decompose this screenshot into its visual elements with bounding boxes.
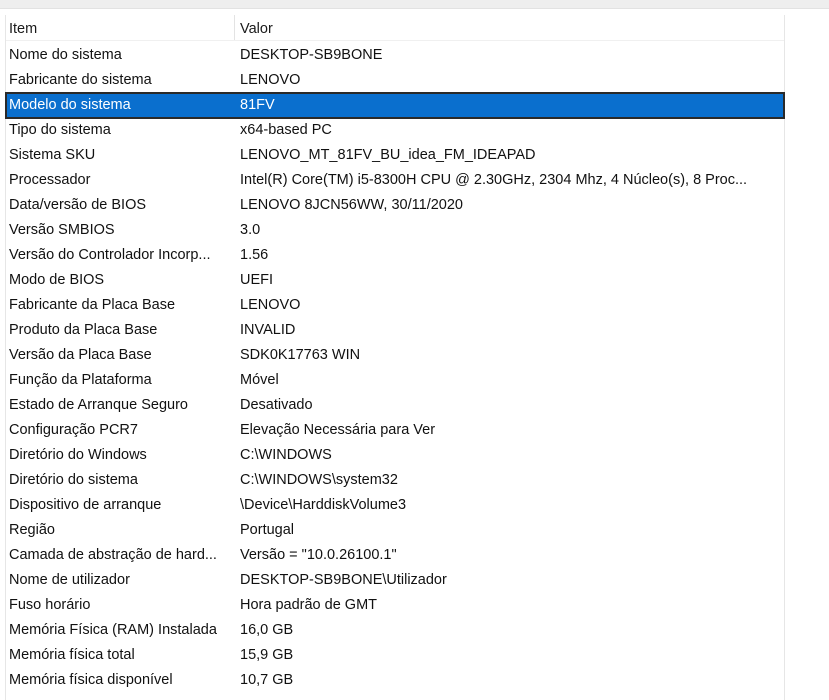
table-row[interactable]: Sistema SKU LENOVO_MT_81FV_BU_idea_FM_IDE… xyxy=(6,143,784,168)
table-row[interactable]: Memória física total 15,9 GB xyxy=(6,643,784,668)
row-item-value: 16,0 GB xyxy=(240,622,294,638)
row-item-name: Configuração PCR7 xyxy=(9,422,138,438)
system-summary-list[interactable]: Item Valor Nome do sistema DESKTOP-SB9BON… xyxy=(5,15,785,700)
table-row[interactable]: Diretório do sistema C:\WINDOWS\system32 xyxy=(6,468,784,493)
table-row[interactable]: Tipo do sistema x64-based PC xyxy=(6,118,784,143)
table-row[interactable]: Função da Plataforma Móvel xyxy=(6,368,784,393)
table-row[interactable]: Nome do sistema DESKTOP-SB9BONE xyxy=(6,43,784,68)
row-item-name: Fuso horário xyxy=(9,597,91,613)
row-item-value: C:\WINDOWS xyxy=(240,447,332,463)
table-row[interactable]: Memória Física (RAM) Instalada 16,0 GB xyxy=(6,618,784,643)
row-item-value: 81FV xyxy=(240,97,275,113)
row-item-name: Região xyxy=(9,522,55,538)
row-item-name: Tipo do sistema xyxy=(9,122,111,138)
system-information-window: Item Valor Nome do sistema DESKTOP-SB9BON… xyxy=(0,0,829,700)
table-row[interactable]: Estado de Arranque Seguro Desativado xyxy=(6,393,784,418)
table-row[interactable]: Diretório do Windows C:\WINDOWS xyxy=(6,443,784,468)
table-row[interactable]: Modelo do sistema 81FV xyxy=(5,92,785,119)
column-header-value[interactable]: Valor xyxy=(240,15,780,40)
row-item-value: DESKTOP-SB9BONE\Utilizador xyxy=(240,572,447,588)
row-item-value: LENOVO_MT_81FV_BU_idea_FM_IDEAPAD xyxy=(240,147,536,163)
table-row[interactable]: Versão do Controlador Incorp... 1.56 xyxy=(6,243,784,268)
row-item-name: Diretório do Windows xyxy=(9,447,147,463)
row-item-value: 10,7 GB xyxy=(240,672,294,688)
table-row[interactable]: Data/versão de BIOS LENOVO 8JCN56WW, 30/1… xyxy=(6,193,784,218)
row-item-value: \Device\HarddiskVolume3 xyxy=(240,497,407,513)
row-item-value: 3.0 xyxy=(240,222,261,238)
row-item-value: Elevação Necessária para Ver xyxy=(240,422,436,438)
table-row[interactable]: Produto da Placa Base INVALID xyxy=(6,318,784,343)
row-item-value: SDK0K17763 WIN xyxy=(240,347,361,363)
row-item-name: Memória Física (RAM) Instalada xyxy=(9,622,217,638)
row-item-name: Diretório do sistema xyxy=(9,472,138,488)
row-item-name: Modo de BIOS xyxy=(9,272,105,288)
row-item-name: Sistema SKU xyxy=(9,147,96,163)
column-divider[interactable] xyxy=(234,15,235,40)
list-rows: Nome do sistema DESKTOP-SB9BONE Fabricante… xyxy=(5,43,785,693)
row-item-name: Estado de Arranque Seguro xyxy=(9,397,188,413)
row-item-name: Produto da Placa Base xyxy=(9,322,158,338)
row-item-name: Dispositivo de arranque xyxy=(9,497,162,513)
table-row[interactable]: Dispositivo de arranque \Device\HarddiskV… xyxy=(6,493,784,518)
row-item-name: Fabricante do sistema xyxy=(9,72,152,88)
row-item-value: Hora padrão de GMT xyxy=(240,597,378,613)
row-item-value: UEFI xyxy=(240,272,274,288)
row-item-value: LENOVO 8JCN56WW, 30/11/2020 xyxy=(240,197,463,213)
row-item-name: Data/versão de BIOS xyxy=(9,197,147,213)
row-item-name: Camada de abstração de hard... xyxy=(9,547,217,563)
table-row[interactable]: Versão SMBIOS 3.0 xyxy=(6,218,784,243)
list-header: Item Valor xyxy=(6,15,784,41)
table-row[interactable]: Nome de utilizador DESKTOP-SB9BONE\Utiliz… xyxy=(6,568,784,593)
row-item-value: Portugal xyxy=(240,522,295,538)
row-item-value: 1.56 xyxy=(240,247,269,263)
row-item-name: Nome de utilizador xyxy=(9,572,130,588)
row-item-value: LENOVO xyxy=(240,297,301,313)
table-row[interactable]: Modo de BIOS UEFI xyxy=(6,268,784,293)
row-item-name: Função da Plataforma xyxy=(9,372,152,388)
row-item-name: Memória física total xyxy=(9,647,135,663)
row-item-name: Memória física disponível xyxy=(9,672,173,688)
table-row[interactable]: Fabricante do sistema LENOVO xyxy=(6,68,784,93)
row-item-name: Processador xyxy=(9,172,91,188)
table-row[interactable]: Configuração PCR7 Elevação Necessária par… xyxy=(6,418,784,443)
column-header-item[interactable]: Item xyxy=(9,15,234,40)
row-item-value: 15,9 GB xyxy=(240,647,294,663)
row-item-value: Móvel xyxy=(240,372,279,388)
row-item-name: Versão do Controlador Incorp... xyxy=(9,247,211,263)
table-row[interactable]: Memória física disponível 10,7 GB xyxy=(6,668,784,693)
row-item-name: Versão SMBIOS xyxy=(9,222,115,238)
table-row[interactable]: Versão da Placa Base SDK0K17763 WIN xyxy=(6,343,784,368)
row-item-value: INVALID xyxy=(240,322,296,338)
row-item-value: C:\WINDOWS\system32 xyxy=(240,472,398,488)
row-item-value: Intel(R) Core(TM) i5-8300H CPU @ 2.30GHz… xyxy=(240,172,748,188)
row-item-value: DESKTOP-SB9BONE xyxy=(240,47,383,63)
table-row[interactable]: Fuso horário Hora padrão de GMT xyxy=(6,593,784,618)
table-row[interactable]: Região Portugal xyxy=(6,518,784,543)
row-item-name: Modelo do sistema xyxy=(9,97,131,113)
toolbar-strip xyxy=(0,0,829,9)
table-row[interactable]: Camada de abstração de hard... Versão = "… xyxy=(6,543,784,568)
row-item-name: Fabricante da Placa Base xyxy=(9,297,176,313)
table-row[interactable]: Processador Intel(R) Core(TM) i5-8300H CP… xyxy=(6,168,784,193)
row-item-value: Versão = "10.0.26100.1" xyxy=(240,547,397,563)
row-item-name: Versão da Placa Base xyxy=(9,347,152,363)
row-item-value: Desativado xyxy=(240,397,313,413)
row-item-name: Nome do sistema xyxy=(9,47,122,63)
row-item-value: LENOVO xyxy=(240,72,301,88)
table-row[interactable]: Fabricante da Placa Base LENOVO xyxy=(6,293,784,318)
row-item-value: x64-based PC xyxy=(240,122,332,138)
